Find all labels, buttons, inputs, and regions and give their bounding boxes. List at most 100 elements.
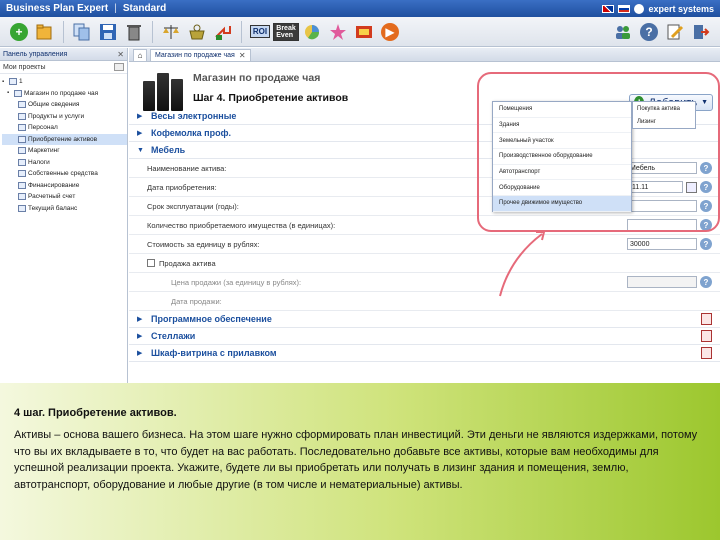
title-bar: Business Plan Expert | Standard expert s…	[0, 0, 720, 17]
tree-item[interactable]: Финансирование	[2, 180, 127, 192]
tab-label: Магазин по продаже чая	[155, 52, 235, 59]
sale-checkbox[interactable]	[147, 259, 155, 267]
break-even-icon[interactable]: Break Even	[273, 21, 299, 43]
menu-item[interactable]: Земельный участок	[493, 133, 631, 150]
asset-section-row[interactable]: ▶ Шкаф-витрина с прилавком	[129, 345, 720, 362]
tree-item[interactable]: Текущий баланс	[2, 203, 127, 215]
close-icon[interactable]: ✕	[239, 51, 246, 60]
menu-item[interactable]: Оборудование	[493, 180, 631, 197]
exit-icon[interactable]	[690, 21, 712, 43]
flag-ru-icon[interactable]	[618, 4, 631, 13]
asset-section-label: Кофемолка проф.	[151, 128, 231, 138]
copy-icon[interactable]	[71, 21, 93, 43]
tree-item-label: Собственные средства	[28, 170, 98, 178]
projects-label: Мои проекты	[3, 63, 46, 71]
edition-label: Standard	[122, 3, 167, 14]
step-title: Шаг 4. Приобретение активов	[193, 92, 349, 104]
collapse-icon[interactable]: ▼	[137, 147, 147, 154]
tree-item-selected[interactable]: Приобретение активов	[2, 133, 127, 145]
tab-store[interactable]: Магазин по продаже чая ✕	[150, 49, 251, 61]
help-icon[interactable]: ?	[700, 276, 712, 288]
asset-section-label: Шкаф-витрина с прилавком	[151, 348, 277, 358]
asset-section-label: Программное обеспечение	[151, 314, 272, 324]
tree-item[interactable]: Персонал	[2, 122, 127, 134]
film-icon[interactable]	[353, 21, 375, 43]
menu-item[interactable]: Здания	[493, 118, 631, 134]
delete-icon[interactable]	[701, 313, 712, 325]
bag-icon[interactable]	[186, 21, 208, 43]
flag-uk-icon[interactable]	[602, 4, 615, 13]
field-label: Цена продажи (за единицу в рублях):	[171, 277, 302, 287]
add-icon[interactable]: +	[8, 21, 30, 43]
tree-item-label: Налоги	[28, 158, 50, 166]
expand-icon[interactable]: ▶	[137, 112, 147, 120]
play-icon[interactable]: ▶	[379, 21, 401, 43]
explanation-title: 4 шаг. Приобретение активов.	[14, 407, 177, 419]
asset-section-row[interactable]: ▶ Стеллажи	[129, 328, 720, 345]
expand-icon[interactable]: ▶	[137, 332, 147, 340]
funds-icon	[18, 170, 26, 178]
expand-icon[interactable]: ▶	[137, 129, 147, 137]
menu-item[interactable]: Автотранспорт	[493, 165, 631, 181]
arrow-icon[interactable]	[212, 21, 234, 43]
stars-icon[interactable]	[327, 21, 349, 43]
tree-item-label: Маркетинг	[28, 147, 60, 155]
roi-icon[interactable]: ROI	[249, 21, 271, 43]
project-icon	[14, 89, 22, 97]
tree-item-label: Магазин по продаже чая	[24, 89, 99, 97]
collapse-icon[interactable]: ▪	[7, 90, 14, 96]
collapse-icon[interactable]: ▪	[2, 79, 9, 85]
menu-item[interactable]: Производственное оборудование	[493, 149, 631, 165]
store-title: Магазин по продаже чая	[193, 72, 321, 84]
asset-section-label: Стеллажи	[151, 331, 196, 341]
app-title: Business Plan Expert	[6, 3, 109, 14]
asset-section-row[interactable]: ▶ Программное обеспечение	[129, 311, 720, 328]
tab-strip: ⌂ Магазин по продаже чая ✕	[129, 48, 720, 62]
tree-item[interactable]: Маркетинг	[2, 145, 127, 157]
expand-icon[interactable]: ▶	[137, 315, 147, 323]
help-icon[interactable]: ?	[638, 21, 660, 43]
explanation-panel: 4 шаг. Приобретение активов. Активы – ос…	[0, 383, 720, 540]
field-label: Дата продажи:	[171, 296, 222, 306]
submenu-item[interactable]: Покупка актива	[633, 102, 695, 115]
tree-item-label: 1	[19, 78, 23, 86]
tree-item[interactable]: ▪ 1	[2, 76, 127, 88]
pie-chart-icon[interactable]	[301, 21, 323, 43]
tax-icon	[18, 158, 26, 166]
home-tab-icon[interactable]: ⌂	[133, 49, 147, 61]
control-panel-title: Панель управления	[3, 50, 68, 58]
control-panel-header: Панель управления ✕	[0, 48, 127, 61]
field-label: Количество приобретаемого имущества (в е…	[147, 220, 336, 230]
edit-icon[interactable]	[664, 21, 686, 43]
tree-item[interactable]: Общие сведения	[2, 99, 127, 111]
tree-item[interactable]: Продукты и услуги	[2, 111, 127, 123]
tree-item[interactable]: Расчетный счет	[2, 191, 127, 203]
tree-item[interactable]: Налоги	[2, 157, 127, 169]
balance-icon	[18, 204, 26, 212]
delete-icon[interactable]	[701, 347, 712, 359]
delete-icon[interactable]	[701, 330, 712, 342]
tree-item-label: Текущий баланс	[28, 204, 78, 212]
document-icon	[18, 101, 26, 109]
menu-item-highlighted[interactable]: Прочее движимое имущество	[493, 196, 631, 212]
tree-item[interactable]: ▪ Магазин по продаже чая	[2, 88, 127, 100]
sale-price-input[interactable]	[627, 276, 697, 288]
folder-icon[interactable]	[34, 21, 56, 43]
submenu-item[interactable]: Лизинг	[633, 115, 695, 128]
add-submenu: Покупка актива Лизинг	[632, 101, 696, 129]
box-icon	[18, 112, 26, 120]
delete-icon[interactable]	[123, 21, 145, 43]
collapse-button[interactable]	[114, 63, 124, 71]
scales-icon[interactable]	[160, 21, 182, 43]
help-icon[interactable]: ?	[700, 238, 712, 250]
users-icon[interactable]	[612, 21, 634, 43]
close-icon[interactable]: ✕	[117, 50, 124, 59]
unit-cost-input[interactable]: 30000	[627, 238, 697, 250]
tree-item-label: Приобретение активов	[28, 135, 98, 143]
expand-icon[interactable]: ▶	[137, 349, 147, 357]
menu-item[interactable]: Помещения	[493, 102, 631, 118]
assets-icon	[18, 135, 26, 143]
save-icon[interactable]	[97, 21, 119, 43]
tree-item[interactable]: Собственные средства	[2, 168, 127, 180]
roi-label: ROI	[249, 25, 271, 38]
